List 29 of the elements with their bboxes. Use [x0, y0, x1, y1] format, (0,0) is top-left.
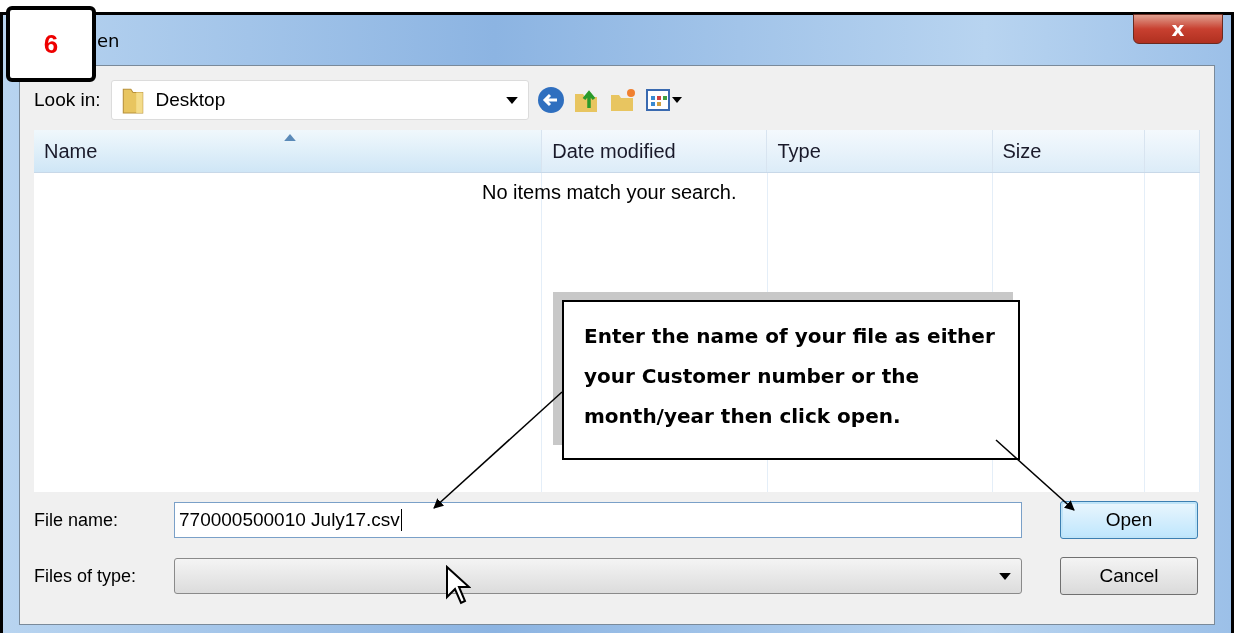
column-label: Date modified [552, 139, 676, 163]
mouse-pointer-icon [447, 567, 469, 603]
step-badge: 6 [6, 6, 96, 82]
column-header[interactable]: Name [34, 130, 543, 172]
file-type-dropdown[interactable] [174, 558, 1022, 594]
cancel-button[interactable]: Cancel [1060, 557, 1198, 595]
empty-message: No items match your search. [482, 181, 737, 204]
back-icon[interactable] [536, 86, 565, 114]
column-label: Type [777, 139, 821, 163]
look-in-label: Look in: [34, 89, 101, 111]
file-name-field[interactable]: 770000500010 July17.csv [174, 502, 1022, 538]
new-folder-icon[interactable] [608, 86, 637, 114]
folder-icon [121, 86, 144, 114]
callout-text: Enter the name of your file as either your Customer number or the month/year then click open. [562, 300, 1020, 460]
caret-icon [999, 572, 1011, 580]
sort-arrow-icon [284, 134, 296, 141]
open-button[interactable]: Open [1060, 501, 1198, 539]
caret-icon [505, 96, 518, 104]
file-type-label: Files of type: [34, 565, 138, 587]
column-header[interactable]: Date modified [542, 130, 768, 172]
column-header[interactable]: Type [767, 130, 993, 172]
look-in-dropdown[interactable]: Desktop [110, 80, 529, 120]
window-title: en [97, 29, 120, 51]
column-header[interactable]: Size [992, 130, 1145, 172]
view-menu-icon[interactable] [644, 86, 685, 114]
file-name-label: File name: [34, 509, 120, 531]
column-label: Size [1002, 139, 1042, 163]
close-button[interactable]: x [1133, 14, 1223, 44]
column-label: Name [44, 139, 98, 163]
